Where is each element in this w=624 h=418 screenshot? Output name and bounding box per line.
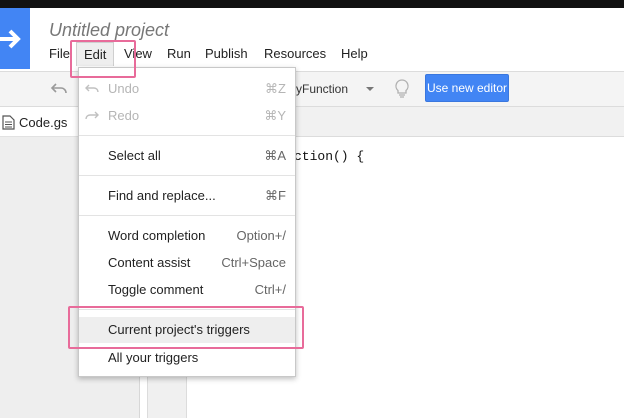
file-name: Code.gs bbox=[19, 115, 68, 130]
menu-divider bbox=[79, 309, 295, 310]
menu-edit[interactable]: Edit bbox=[76, 42, 115, 66]
redo-icon bbox=[85, 111, 99, 120]
edit-menu-dropdown: Undo ⌘Z Redo ⌘Y Select all ⌘A Find and r… bbox=[78, 67, 296, 377]
menu-item-toggle-comment[interactable]: Toggle comment Ctrl+/ bbox=[79, 277, 295, 303]
menu-item-label: Select all bbox=[108, 148, 161, 163]
function-select[interactable]: yFunction bbox=[290, 76, 378, 102]
shortcut-label: ⌘Y bbox=[264, 108, 286, 123]
arrow-right-icon bbox=[0, 29, 21, 49]
menu-item-label: Find and replace... bbox=[108, 188, 216, 203]
menu-item-label: Current project's triggers bbox=[108, 322, 250, 337]
menu-divider bbox=[79, 135, 295, 136]
lightbulb-icon[interactable] bbox=[392, 77, 412, 101]
document-icon bbox=[2, 115, 15, 130]
shortcut-label: Ctrl+Space bbox=[221, 255, 286, 270]
app-logo[interactable] bbox=[0, 8, 30, 69]
menu-item-word-completion[interactable]: Word completion Option+/ bbox=[79, 223, 295, 249]
menu-publish[interactable]: Publish bbox=[205, 42, 248, 66]
shortcut-label: Ctrl+/ bbox=[254, 282, 286, 297]
shortcut-label: Option+/ bbox=[236, 228, 286, 243]
code-line[interactable]: ction() { bbox=[294, 149, 364, 164]
menu-item-label: Content assist bbox=[108, 255, 191, 270]
menu-help[interactable]: Help bbox=[341, 42, 368, 66]
menu-item-find-replace[interactable]: Find and replace... ⌘F bbox=[79, 183, 295, 209]
menu-item-label: Toggle comment bbox=[108, 282, 204, 297]
menu-item-label: Word completion bbox=[108, 228, 206, 243]
menu-item-content-assist[interactable]: Content assist Ctrl+Space bbox=[79, 250, 295, 276]
menu-file[interactable]: File bbox=[49, 42, 70, 66]
undo-icon bbox=[85, 84, 99, 93]
function-select-value: yFunction bbox=[296, 82, 349, 96]
menu-item-all-your-triggers[interactable]: All your triggers bbox=[79, 345, 295, 371]
menu-divider bbox=[79, 175, 295, 176]
shortcut-label: ⌘A bbox=[264, 148, 286, 163]
chevron-down-icon bbox=[366, 87, 374, 91]
menu-item-select-all[interactable]: Select all ⌘A bbox=[79, 143, 295, 169]
undo-icon[interactable] bbox=[50, 82, 68, 96]
menu-item-current-project-triggers[interactable]: Current project's triggers bbox=[79, 317, 295, 343]
menu-item-redo[interactable]: Redo ⌘Y bbox=[79, 103, 295, 129]
shortcut-label: ⌘Z bbox=[265, 81, 286, 96]
top-strip bbox=[0, 0, 624, 8]
menu-view[interactable]: View bbox=[124, 42, 152, 66]
menu-item-label: Redo bbox=[108, 108, 140, 123]
menu-resources[interactable]: Resources bbox=[264, 42, 326, 66]
menu-divider bbox=[79, 215, 295, 216]
shortcut-label: ⌘F bbox=[265, 188, 286, 203]
menu-item-undo[interactable]: Undo ⌘Z bbox=[79, 76, 295, 102]
menu-run[interactable]: Run bbox=[167, 42, 191, 66]
menu-item-label: Undo bbox=[108, 81, 140, 96]
menu-item-label: All your triggers bbox=[108, 350, 199, 365]
use-new-editor-button[interactable]: Use new editor bbox=[425, 74, 509, 102]
project-title[interactable]: Untitled project bbox=[49, 20, 169, 41]
